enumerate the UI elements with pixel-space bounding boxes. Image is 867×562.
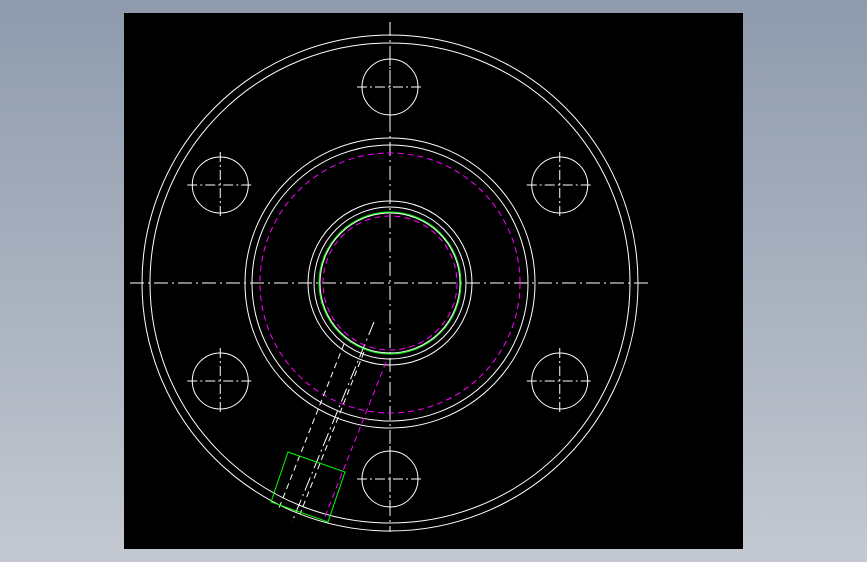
bolt-hole xyxy=(187,348,254,414)
bolt-hole xyxy=(526,348,593,414)
cad-application-window: { "view": { "type": "cad-2d-drawing", "s… xyxy=(0,0,867,562)
flange-drawing-canvas xyxy=(130,22,652,532)
bolt-hole xyxy=(526,152,593,218)
port-thread-outline xyxy=(270,451,346,523)
bolt-hole xyxy=(187,152,254,218)
port-centerline xyxy=(291,321,375,523)
port-hidden-edge-inner xyxy=(299,351,365,515)
centerlines xyxy=(130,22,652,532)
port-hidden-edge-right xyxy=(323,361,387,520)
side-port xyxy=(270,343,387,523)
port-hidden-edge-left xyxy=(278,343,345,509)
bolt-hole xyxy=(357,54,423,120)
bolt-hole xyxy=(357,446,423,512)
